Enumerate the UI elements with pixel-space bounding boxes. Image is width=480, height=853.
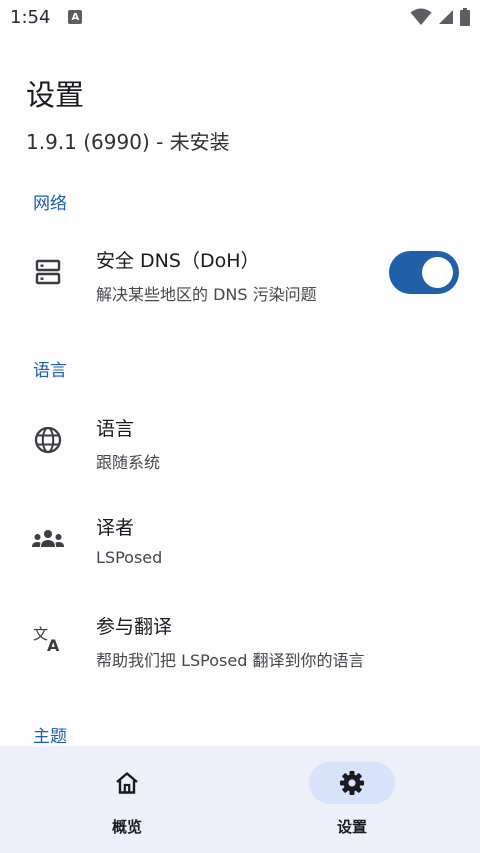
setting-row-translators[interactable]: 译者 LSPosed xyxy=(0,495,480,585)
notification-a-icon: A xyxy=(68,10,83,24)
nav-pill-overview xyxy=(84,762,170,804)
nav-label-settings: 设置 xyxy=(336,818,367,836)
bottom-navigation: 概览 设置 xyxy=(0,746,480,853)
secure-dns-toggle[interactable] xyxy=(389,251,459,294)
status-icons xyxy=(410,8,470,26)
nav-item-settings[interactable]: 设置 xyxy=(292,762,412,842)
translators-subtitle: LSPosed xyxy=(96,548,163,567)
cellular-signal-icon xyxy=(439,10,453,24)
nav-item-overview[interactable]: 概览 xyxy=(67,762,187,842)
setting-row-participate-translation[interactable]: 文 A 参与翻译 帮助我们把 LSPosed 翻译到你的语言 xyxy=(0,594,480,684)
translate-icon: 文 A xyxy=(30,620,66,656)
wifi-icon xyxy=(410,8,432,25)
section-title-network: 网络 xyxy=(33,194,67,214)
version-text: 1.9.1 (6990) - 未安装 xyxy=(26,130,230,154)
status-time: 1:54 xyxy=(10,6,51,28)
svg-text:A: A xyxy=(47,636,60,654)
group-people-icon xyxy=(30,521,66,557)
home-icon xyxy=(116,772,138,794)
language-title: 语言 xyxy=(96,418,135,440)
page-header: 设置 1.9.1 (6990) - 未安装 xyxy=(26,72,230,155)
section-title-language: 语言 xyxy=(33,361,67,381)
nav-pill-settings xyxy=(309,762,395,804)
battery-icon xyxy=(460,8,470,26)
secure-dns-title: 安全 DNS（DoH） xyxy=(96,250,260,272)
participate-translation-title: 参与翻译 xyxy=(96,616,173,638)
setting-row-language[interactable]: 语言 跟随系统 xyxy=(0,396,480,486)
svg-text:文: 文 xyxy=(33,625,48,643)
toggle-knob xyxy=(422,257,453,288)
globe-icon xyxy=(30,422,66,458)
gear-icon xyxy=(340,771,364,795)
dns-server-icon xyxy=(30,254,66,290)
section-title-theme: 主题 xyxy=(33,727,67,747)
page-title: 设置 xyxy=(26,78,85,112)
participate-translation-subtitle: 帮助我们把 LSPosed 翻译到你的语言 xyxy=(96,651,365,670)
status-bar: 1:54 A xyxy=(0,0,480,34)
secure-dns-subtitle: 解决某些地区的 DNS 污染问题 xyxy=(96,285,317,304)
translators-title: 译者 xyxy=(96,517,135,539)
language-subtitle: 跟随系统 xyxy=(96,453,161,472)
nav-label-overview: 概览 xyxy=(111,818,142,836)
